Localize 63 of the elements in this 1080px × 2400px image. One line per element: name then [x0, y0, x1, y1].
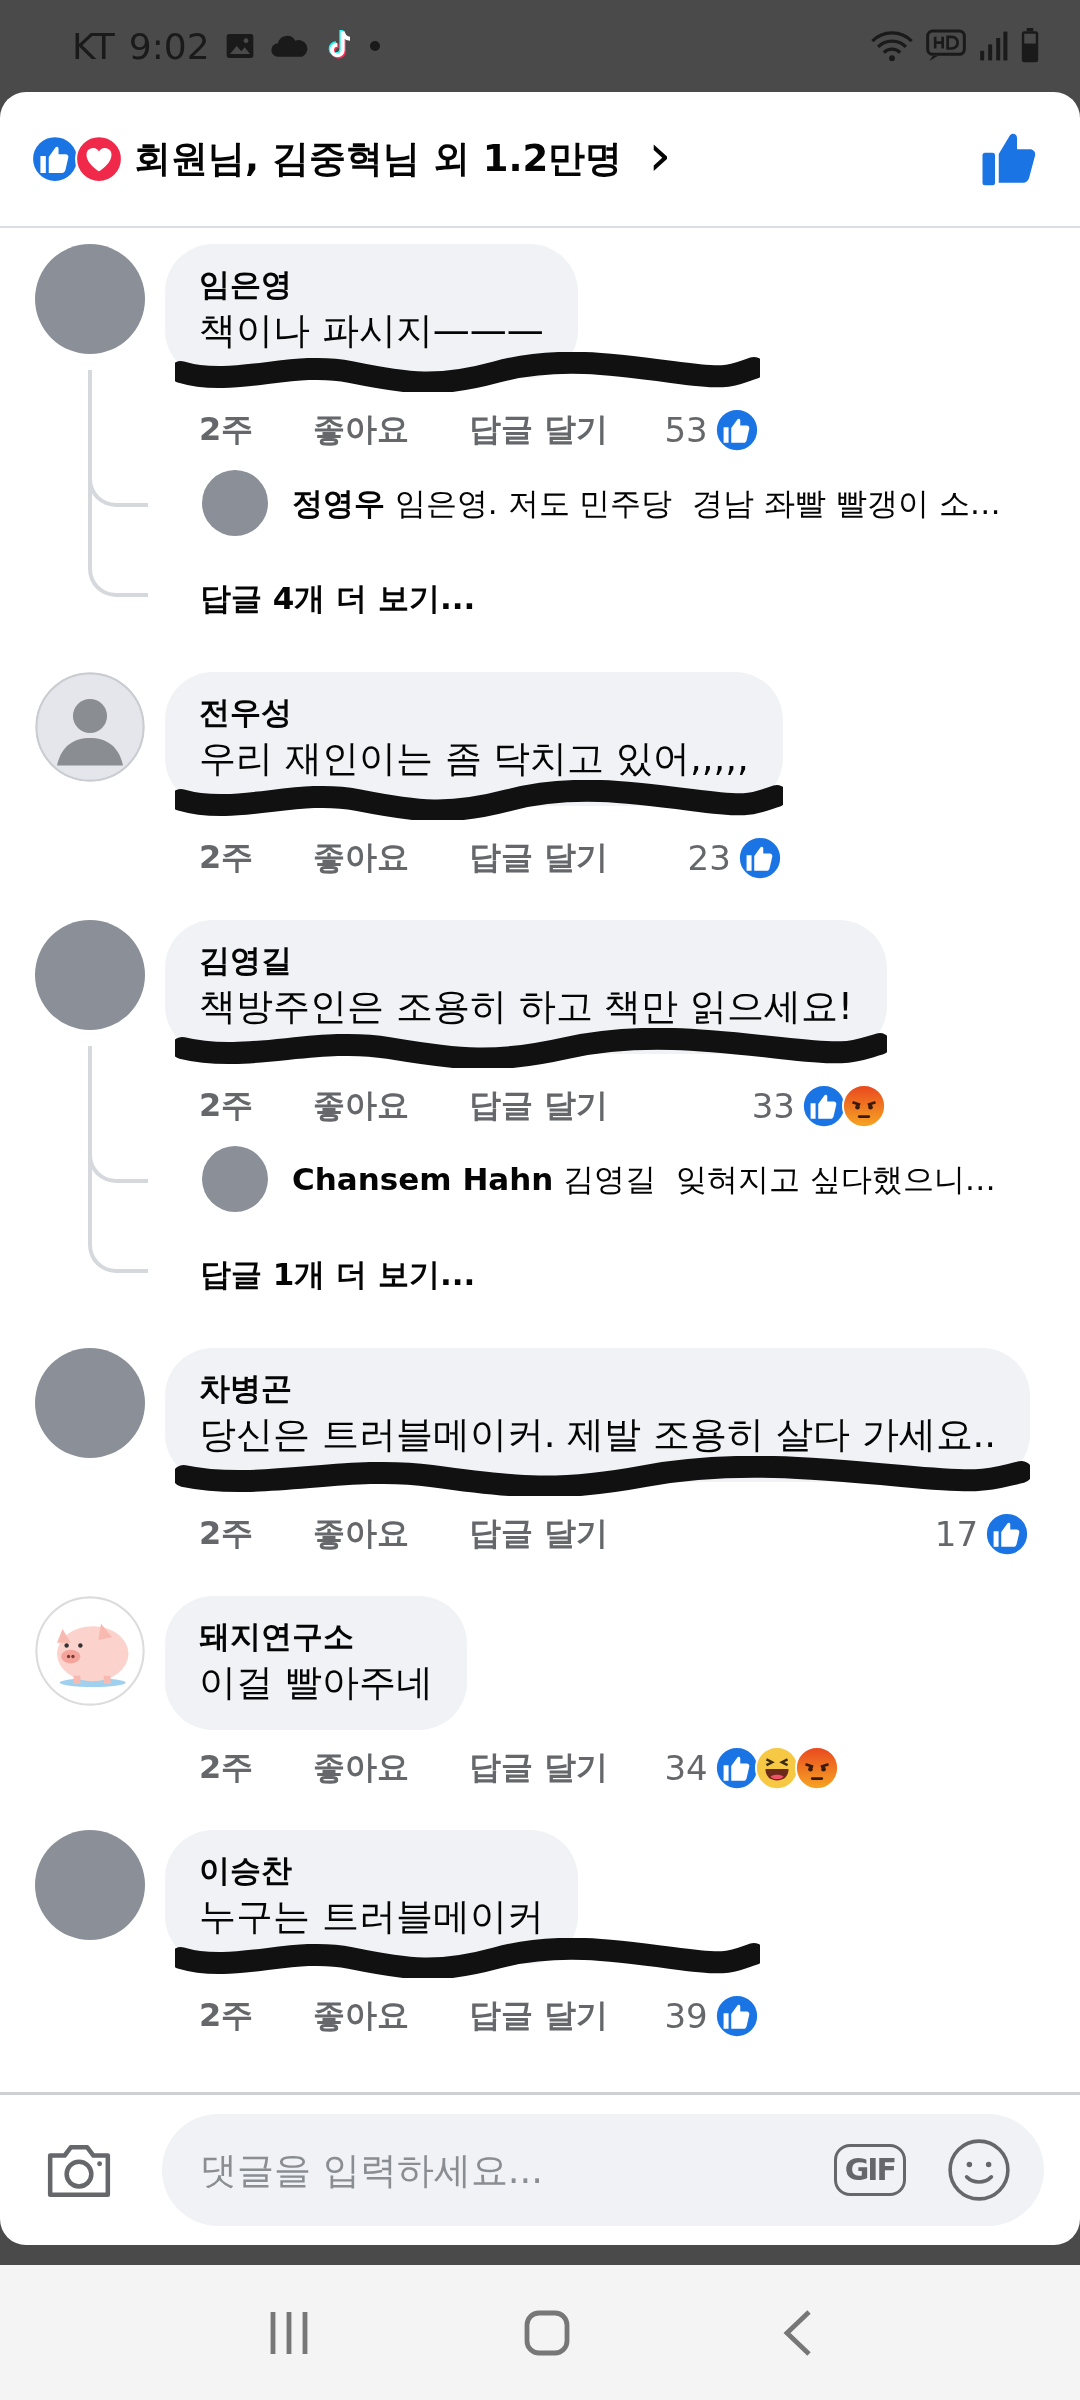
- comment-text: 이걸 빨아주네: [199, 1660, 433, 1706]
- like-link[interactable]: 좋아요: [313, 1512, 410, 1556]
- view-more-replies-link[interactable]: 답글 4개 더 보기...: [200, 566, 476, 620]
- like-link[interactable]: 좋아요: [313, 1746, 410, 1790]
- chevron-right-icon[interactable]: ›: [648, 126, 672, 192]
- reaction-count[interactable]: 23: [687, 838, 731, 878]
- signal-icon: [978, 30, 1008, 62]
- reply-author[interactable]: 정영우: [292, 485, 385, 521]
- comment-author[interactable]: 김영길: [199, 938, 853, 982]
- comment-author[interactable]: 임은영: [199, 262, 544, 306]
- comment-text: 책이나 파시지———: [199, 308, 544, 354]
- comment-text: 우리 재인이는 좀 닥치고 있어,,,,,: [199, 736, 749, 782]
- angry-face-icon: [793, 1745, 840, 1791]
- like-reaction-icon: [713, 1993, 760, 2039]
- reaction-count[interactable]: 33: [751, 1086, 795, 1126]
- angry-face-icon: [840, 1083, 887, 1129]
- comment-time: 2주: [199, 1085, 254, 1126]
- like-link[interactable]: 좋아요: [313, 1994, 410, 2038]
- reply-link[interactable]: 답글 달기: [469, 1084, 609, 1128]
- pig-avatar-icon[interactable]: [35, 1596, 145, 1706]
- reaction-count[interactable]: 17: [934, 1514, 979, 1554]
- comment-text: 당신은 트러블메이커. 제발 조용히 살다 가세요..: [199, 1412, 997, 1458]
- emoji-icon[interactable]: [946, 2137, 1012, 2203]
- like-reaction-icon: [984, 1511, 1031, 1557]
- comment-author[interactable]: 차병곤: [199, 1366, 997, 1410]
- reaction-count[interactable]: 39: [664, 1996, 708, 2036]
- cloud-icon: [269, 33, 310, 59]
- hd-voice-icon: [926, 29, 966, 63]
- default-avatar-icon[interactable]: [35, 672, 145, 782]
- comment-author[interactable]: 전우성: [199, 690, 749, 734]
- gif-button[interactable]: GIF: [833, 2144, 906, 2196]
- comment-time: 2주: [199, 409, 254, 450]
- reply-link[interactable]: 답글 달기: [469, 1512, 609, 1556]
- comment-time: 2주: [199, 1513, 254, 1554]
- home-icon[interactable]: [524, 2309, 570, 2356]
- comment-text: 누구는 트러블메이커: [199, 1894, 544, 1940]
- reply-text: 임은영. 저도 민주당 경남 좌빨 빨갱이 소…: [394, 485, 1001, 521]
- comment-input-field[interactable]: 댓글을 입력하세요... GIF: [162, 2114, 1044, 2226]
- reactions-summary-link[interactable]: 회원님, 김중혁님 외 1.2만명: [134, 134, 623, 184]
- view-more-replies-link[interactable]: 답글 1개 더 보기...: [200, 1242, 476, 1296]
- battery-icon: [1020, 28, 1040, 64]
- comment-text: 책방주인은 조용히 하고 책만 읽으세요!: [199, 984, 853, 1030]
- wifi-icon: [870, 28, 914, 64]
- reply-link[interactable]: 답글 달기: [469, 1994, 609, 2038]
- reply-link[interactable]: 답글 달기: [469, 836, 609, 880]
- comment-author[interactable]: 이승찬: [199, 1848, 544, 1892]
- like-reaction-icon: [713, 407, 760, 453]
- like-link[interactable]: 좋아요: [313, 1084, 410, 1128]
- reply-link[interactable]: 답글 달기: [469, 1746, 609, 1790]
- like-link[interactable]: 좋아요: [313, 408, 410, 452]
- comment-author[interactable]: 돼지연구소: [199, 1614, 433, 1658]
- heart-reaction-icon: [74, 134, 124, 184]
- comment-time: 2주: [199, 1747, 254, 1788]
- reply-link[interactable]: 답글 달기: [469, 408, 609, 452]
- comment-time: 2주: [199, 1995, 254, 2036]
- reaction-count[interactable]: 53: [664, 410, 708, 450]
- notification-dot-icon: [369, 41, 380, 51]
- comment-time: 2주: [199, 837, 254, 878]
- like-link[interactable]: 좋아요: [313, 836, 410, 880]
- reply-text: 김영길 잊혀지고 싶다했으니…: [563, 1161, 996, 1197]
- like-reaction-icon: [736, 835, 783, 881]
- reply-author[interactable]: Chansem Hahn: [292, 1161, 554, 1197]
- reaction-count[interactable]: 34: [664, 1748, 708, 1788]
